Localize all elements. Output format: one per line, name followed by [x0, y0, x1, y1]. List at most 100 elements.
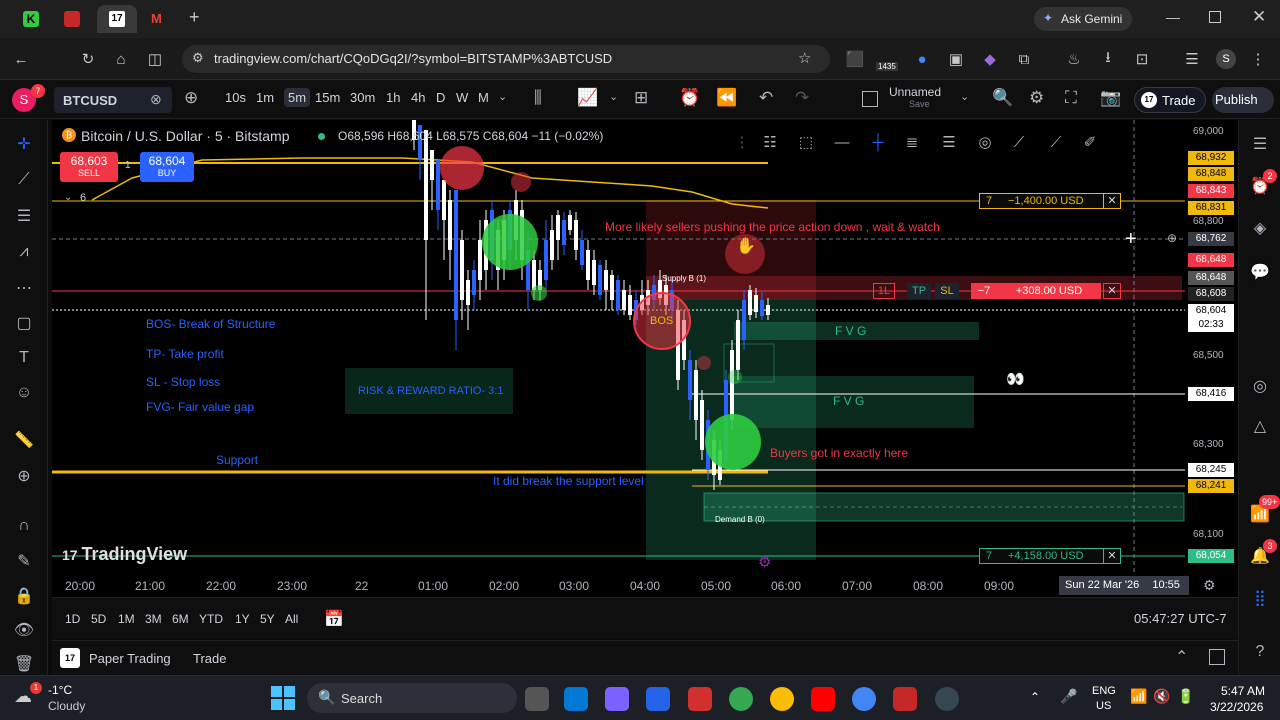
gmail-tab-icon[interactable]: M	[151, 11, 162, 26]
trendline-icon[interactable]: ⟋	[12, 168, 36, 192]
ask-gemini-button[interactable]: ✦ Ask Gemini	[1034, 7, 1132, 31]
bookmark-star-icon[interactable]: ☆	[798, 49, 811, 67]
list-tool-icon[interactable]: ☷	[758, 130, 782, 154]
undo-icon[interactable]: ↶	[759, 88, 773, 108]
maximize-button[interactable]	[1209, 11, 1221, 23]
buyers-note[interactable]: Buyers got in exactly here	[770, 446, 908, 460]
ray-tool-icon[interactable]: ⟋	[1007, 130, 1031, 154]
axis-settings-icon[interactable]: ⚙	[1203, 577, 1216, 594]
watchlist-icon[interactable]: ☰	[1248, 132, 1272, 156]
extension-icon-purple[interactable]: ◆	[979, 48, 1001, 70]
timeframe-30m[interactable]: 30m	[350, 90, 375, 105]
buy-button[interactable]: 68,604 BUY	[140, 152, 194, 182]
target-icon[interactable]: ◎	[1248, 374, 1272, 398]
tray-date[interactable]: 3/22/2026	[1210, 700, 1263, 714]
chart-pane[interactable]: ₿ Bitcoin / U.S. Dollar · 5 · Bitstamp O…	[52, 120, 1185, 575]
range-1Y[interactable]: 1Y	[235, 612, 250, 626]
text-icon[interactable]: T	[12, 346, 36, 370]
publish-button[interactable]: Publish	[1212, 87, 1274, 113]
rectangle-tool-icon[interactable]: ⬚	[794, 130, 818, 154]
utc-clock[interactable]: 05:47:27 UTC-7	[1134, 611, 1227, 626]
sellers-note[interactable]: More likely sellers pushing the price ac…	[605, 220, 940, 234]
collapse-panel-icon[interactable]: ⌃	[1175, 647, 1188, 667]
timeframe-10s[interactable]: 10s	[225, 90, 246, 105]
copilot-icon[interactable]	[605, 687, 629, 711]
maps-icon[interactable]	[729, 687, 753, 711]
sl-order-close-icon[interactable]: ✕	[1103, 193, 1121, 209]
ruler-icon[interactable]: 📏	[12, 428, 36, 452]
supply-label[interactable]: Supply B (1)	[662, 274, 706, 283]
chrome-menu-icon[interactable]: ⋮	[1247, 48, 1269, 70]
chrome-icon[interactable]	[770, 687, 794, 711]
range-3M[interactable]: 3M	[145, 612, 162, 626]
layout-name-button[interactable]: Unnamed Save	[889, 85, 959, 115]
ideas-icon[interactable]: △	[1248, 414, 1272, 438]
symbol-search[interactable]: BTCUSD ⊗	[54, 87, 172, 113]
back-icon[interactable]: ←	[10, 48, 32, 70]
replay-marker-icon[interactable]: ⚙	[758, 553, 771, 571]
range-1D[interactable]: 1D	[65, 612, 80, 626]
circle-tool-icon[interactable]: ◎	[973, 130, 997, 154]
parallel-channel-icon[interactable]: ≣	[900, 130, 924, 154]
extension-icon-image[interactable]: ▣	[945, 48, 967, 70]
tray-chevron-icon[interactable]: ⌃	[1030, 690, 1040, 704]
trade-button[interactable]: 17 Trade	[1134, 87, 1206, 113]
alert-icon[interactable]: ⏰	[679, 88, 700, 108]
sl-definition[interactable]: SL - Stop loss	[146, 375, 220, 389]
lang-2[interactable]: US	[1096, 700, 1111, 712]
bos-tag[interactable]: BOS	[650, 315, 673, 327]
range-6M[interactable]: 6M	[172, 612, 189, 626]
volume-icon[interactable]: 🔇	[1153, 688, 1170, 705]
range-5Y[interactable]: 5Y	[260, 612, 275, 626]
redo-icon[interactable]: ↷	[795, 88, 809, 108]
app-icon-settings[interactable]	[935, 687, 959, 711]
timeframe-5m[interactable]: 5m	[284, 88, 311, 107]
geometric-shapes-icon[interactable]: ▢	[12, 311, 36, 335]
trash-icon[interactable]: 🗑	[12, 652, 36, 676]
kite-tab-icon[interactable]: K	[23, 11, 39, 27]
fib-icon[interactable]: ☰	[12, 204, 36, 228]
break-note[interactable]: It did break the support level	[493, 474, 644, 488]
crosshair-add-icon[interactable]: ⊕	[1167, 231, 1177, 245]
templates-icon[interactable]: ⊞	[634, 88, 648, 108]
tp-order-tag[interactable]: 7 +4,158.00 USD	[979, 548, 1121, 564]
forecast-icon[interactable]: ⋯	[12, 276, 36, 300]
sell-button[interactable]: 68,603 SELL	[60, 152, 118, 182]
youtube-icon[interactable]	[811, 687, 835, 711]
store-icon[interactable]	[564, 687, 588, 711]
brush-tool-icon[interactable]: ✐	[1078, 130, 1102, 154]
fvg-definition[interactable]: FVG- Fair value gap	[146, 400, 254, 414]
tray-time[interactable]: 5:47 AM	[1221, 684, 1265, 698]
visibility-icon[interactable]: 👁	[12, 618, 36, 642]
extension-icon-blue[interactable]: ●	[911, 48, 933, 70]
position-tp-button[interactable]: TP	[907, 283, 931, 299]
microphone-icon[interactable]: 🎤	[1060, 688, 1077, 705]
maximize-panel-icon[interactable]	[1209, 649, 1225, 665]
layout-icon[interactable]	[862, 91, 878, 107]
time-axis[interactable]: 20:00 21:00 22:00 23:00 22 01:00 02:00 03:00 04:…	[52, 575, 1238, 597]
rr-label[interactable]: RISK & REWARD RATIO- 3:1	[358, 385, 503, 397]
timeframe-4h[interactable]: 4h	[411, 90, 425, 105]
draw-mode-icon[interactable]: ✎	[12, 549, 36, 573]
taskbar-search[interactable]: 🔍 Search	[307, 683, 517, 713]
reload-icon[interactable]: ↻	[77, 48, 99, 70]
extensions-puzzle-icon[interactable]: ⧉	[1013, 48, 1035, 70]
timeframe-1m[interactable]: 1m	[256, 90, 274, 105]
timeframe-D[interactable]: D	[436, 90, 445, 105]
price-axis[interactable]: 69,000 68,800 68,500 68,300 68,100 68,93…	[1185, 120, 1238, 575]
collapse-indicators-icon[interactable]: ⌄	[64, 192, 72, 203]
horizontal-line-icon[interactable]: —	[830, 130, 854, 154]
home-icon[interactable]: ⌂	[110, 48, 132, 70]
close-window-button[interactable]: ✕	[1252, 7, 1266, 27]
range-1M[interactable]: 1M	[118, 612, 135, 626]
task-view-icon[interactable]	[525, 687, 549, 711]
magnet-icon[interactable]: ∩	[12, 514, 36, 538]
zoom-in-icon[interactable]: ⊕	[12, 464, 36, 488]
paper-trade-tab[interactable]: Trade	[193, 651, 226, 666]
active-tab[interactable]: 17	[97, 5, 137, 33]
chat-icon[interactable]: 💬	[1248, 260, 1272, 284]
range-YTD[interactable]: YTD	[199, 612, 223, 626]
compare-add-icon[interactable]: ⊕	[184, 88, 198, 108]
timeframe-W[interactable]: W	[456, 90, 468, 105]
crosshair-icon[interactable]: ✛	[12, 132, 36, 156]
